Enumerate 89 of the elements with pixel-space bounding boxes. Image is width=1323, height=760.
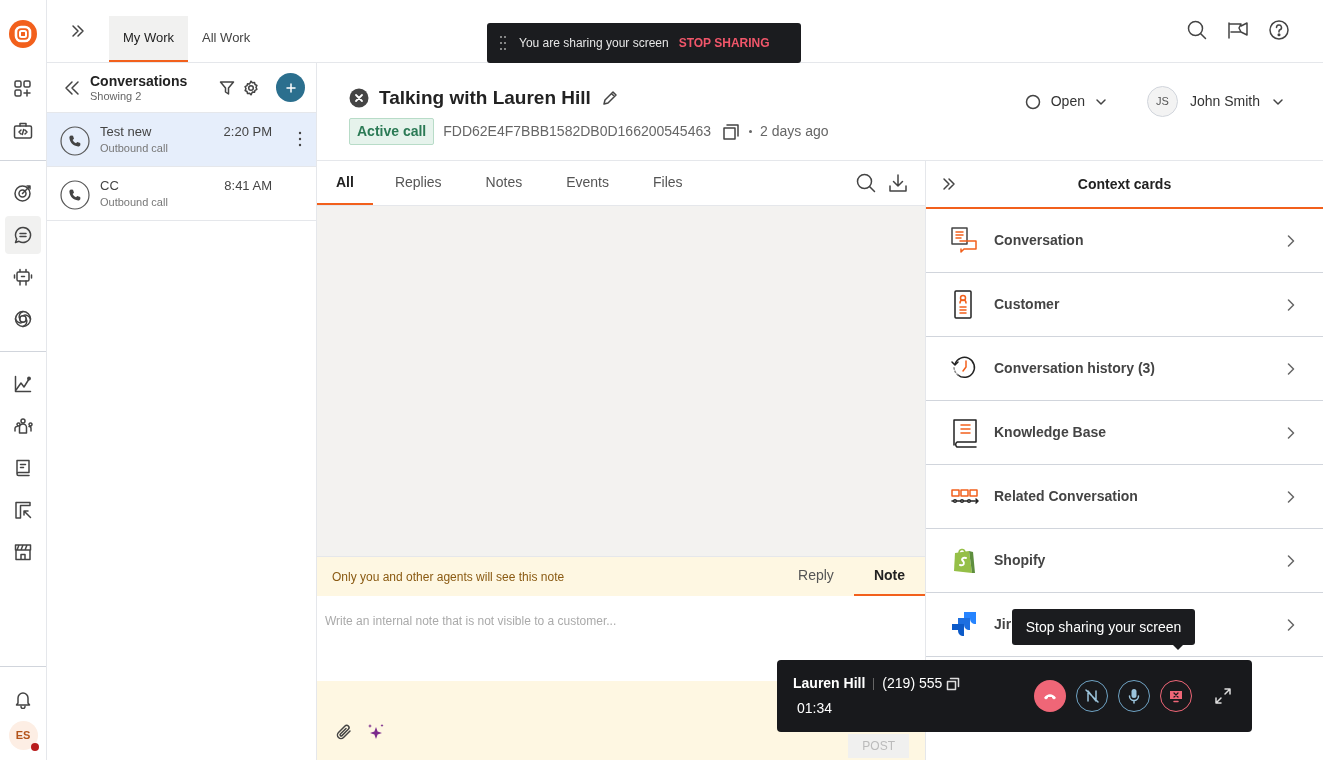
copy-icon[interactable] (946, 676, 961, 691)
conversation-time: 2:20 PM (223, 123, 272, 140)
bell-icon[interactable] (13, 689, 33, 709)
status-dropdown[interactable]: Open (1024, 91, 1107, 112)
nav-rail-button[interactable] (5, 216, 41, 254)
context-card[interactable]: Conversation history (3) (926, 337, 1323, 401)
chevron-right-icon (1287, 426, 1295, 439)
status-badge: Active call (349, 118, 435, 146)
timeline-tab[interactable]: Events (544, 161, 631, 205)
linked-chats-icon (951, 489, 979, 504)
people-icon (13, 416, 33, 436)
conversation-row[interactable]: Test new Outbound call 2:20 PM (47, 113, 316, 167)
phone-icon (60, 180, 90, 210)
plus-icon (285, 82, 296, 93)
context-card[interactable]: Related Conversation (926, 465, 1323, 529)
code-case-icon (13, 121, 33, 141)
search-icon[interactable] (856, 173, 876, 193)
panel-title: Conversations (90, 72, 189, 90)
line-chart-icon (13, 374, 33, 394)
grid-icon (13, 79, 33, 99)
more-vertical-icon[interactable] (298, 131, 302, 147)
tooltip-pointer-icon (1172, 644, 1184, 650)
search-icon[interactable] (1187, 20, 1207, 40)
user-avatar[interactable]: ES (8, 721, 38, 750)
settings-icon[interactable] (243, 79, 259, 96)
target-icon (13, 183, 33, 203)
add-button[interactable] (276, 73, 305, 102)
store-icon (13, 542, 33, 562)
chevron-right-icon (1287, 298, 1295, 311)
chat-document-icon (950, 225, 980, 256)
hang-up-button[interactable] (1034, 680, 1066, 712)
tooltip: Stop sharing your screen (1012, 609, 1195, 645)
panel-title: Context cards (1076, 174, 1173, 194)
chevron-right-icon (1287, 618, 1295, 631)
conversation-id: FDD62E4F7BBB1582DB0D166200545463 (443, 122, 711, 142)
chat-icon (13, 225, 33, 245)
stop-sharing-link[interactable]: STOP SHARING (678, 34, 770, 52)
robot-icon (13, 267, 33, 287)
edit-icon[interactable] (600, 89, 619, 107)
conversation-type: Outbound call (100, 195, 169, 210)
filter-icon[interactable] (219, 79, 235, 96)
double-chevron-right-icon[interactable] (942, 177, 956, 191)
chevron-right-icon (1287, 362, 1295, 375)
composer-tab[interactable]: Reply (778, 557, 854, 596)
drag-handle-icon[interactable] (499, 35, 507, 51)
context-card[interactable]: Customer (926, 273, 1323, 337)
chevron-right-icon (1287, 554, 1295, 567)
import-icon (13, 500, 33, 520)
conversation-name: CC (100, 177, 120, 194)
context-card[interactable]: Shopify (926, 529, 1323, 593)
context-card[interactable]: Conversation (926, 209, 1323, 273)
book-icon (13, 458, 33, 478)
top-tab[interactable]: My Work (109, 16, 189, 62)
conversation-type: Outbound call (100, 141, 169, 156)
conversation-time: 8:41 AM (224, 177, 272, 194)
timeline-tab[interactable]: Files (631, 161, 705, 205)
timeline-tab[interactable]: Notes (463, 161, 545, 205)
assignee-name: John Smith (1189, 92, 1260, 111)
logo-icon[interactable] (8, 19, 38, 49)
share-message: You are sharing your screen (519, 35, 669, 52)
conversation-name: Test new (100, 123, 153, 140)
call-timer: 01:34 (796, 699, 834, 718)
double-chevron-right-icon[interactable] (71, 24, 85, 38)
status-circle-icon (1024, 93, 1041, 110)
chevron-right-icon (1287, 234, 1295, 247)
top-tab[interactable]: All Work (188, 16, 265, 62)
double-chevron-left-icon[interactable] (64, 79, 80, 96)
conversation-title: Talking with Lauren Hill (379, 85, 591, 110)
book-icon (950, 417, 980, 448)
expand-icon[interactable] (1214, 687, 1232, 705)
microphone-icon (1128, 688, 1140, 704)
close-circle-icon[interactable] (349, 88, 369, 108)
chevron-right-icon (1287, 490, 1295, 503)
download-icon[interactable] (888, 173, 908, 193)
assignee-dropdown[interactable]: JS John Smith (1146, 86, 1284, 117)
assignee-avatar: JS (1146, 86, 1178, 117)
context-card[interactable]: Knowledge Base (926, 401, 1323, 465)
help-icon[interactable] (1269, 20, 1289, 40)
phone-icon (60, 126, 90, 156)
timeline-tab[interactable]: Replies (372, 161, 464, 205)
hang-up-icon (1043, 692, 1057, 700)
screen-off-icon (1169, 689, 1183, 703)
aperture-icon (13, 309, 33, 329)
conversation-age: 2 days ago (760, 122, 829, 142)
note-notice: Only you and other agents will see this note (331, 568, 566, 586)
slashed-letter-icon (1085, 689, 1099, 703)
megaphone-icon[interactable] (1227, 20, 1249, 40)
result-count: Showing 2 (90, 89, 143, 103)
paperclip-icon[interactable] (334, 722, 354, 742)
